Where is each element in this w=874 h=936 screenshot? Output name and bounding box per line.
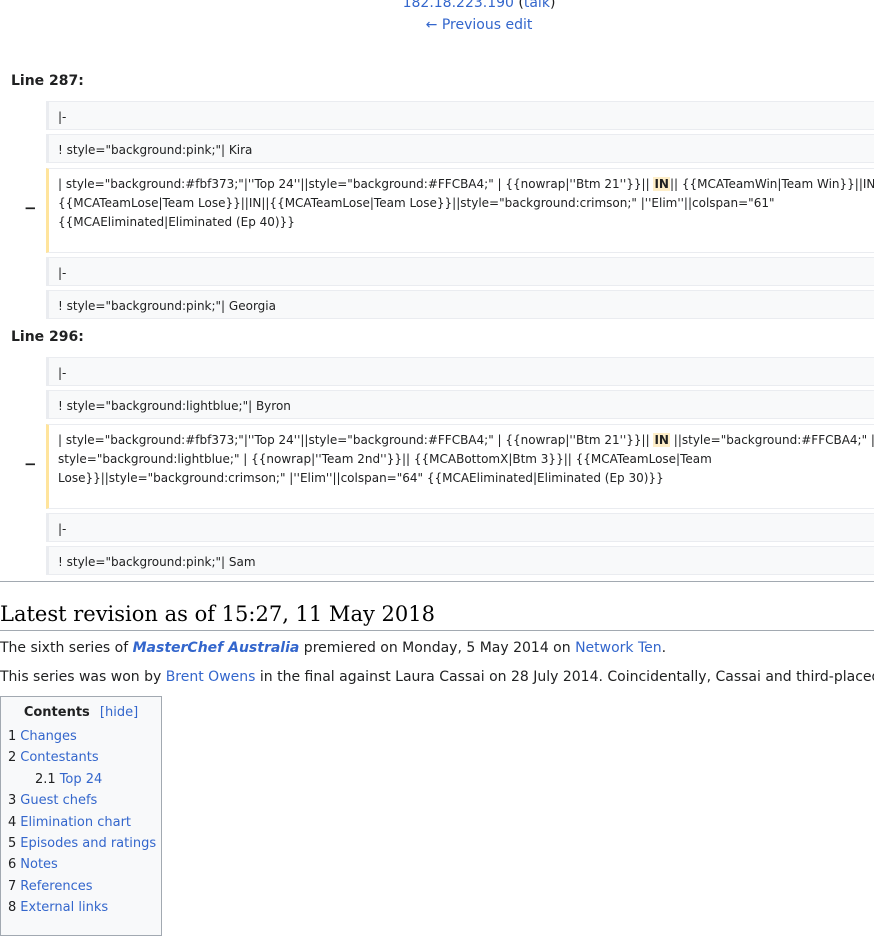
toc-item-guest-chefs[interactable]: 3 Guest chefs xyxy=(8,790,154,811)
toc-item-top-24[interactable]: 2.1 Top 24 xyxy=(8,769,154,790)
brent-owens-link[interactable]: Brent Owens xyxy=(166,669,256,685)
toc-item-notes[interactable]: 6 Notes xyxy=(8,854,154,875)
editor-info: 182.18.223.190 (talk) xyxy=(0,0,874,11)
diff-context-line: |- xyxy=(46,101,874,130)
diff-text-row: | style="background:#fbf373;"|''Top 24''… xyxy=(58,433,874,447)
diff-minus-marker: − xyxy=(24,199,37,217)
diff-text-row: Lose}}||style="background:crimson;" |''E… xyxy=(58,471,664,485)
diff-line-number: Line 296: xyxy=(11,329,84,345)
revision-heading: Latest revision as of 15:27, 11 May 2018 xyxy=(0,602,435,626)
table-of-contents: Contents [hide] 1 Changes 2 Contestants 2.… xyxy=(0,696,162,936)
changed-word: IN xyxy=(653,433,670,447)
masterchef-link[interactable]: MasterChef Australia xyxy=(133,640,300,656)
toc-item-references[interactable]: 7 References xyxy=(8,876,154,897)
divider xyxy=(0,581,874,582)
diff-context-line: |- xyxy=(46,257,874,286)
changed-word: IN xyxy=(653,177,670,191)
diff-context-line: |- xyxy=(46,513,874,542)
previous-edit-link[interactable]: ← Previous edit xyxy=(426,17,533,33)
diff-text-row: style="background:lightblue;" | {{nowrap… xyxy=(58,452,712,466)
diff-text-row: {{MCATeamLose|Team Lose}}||IN||{{MCATeam… xyxy=(58,196,775,210)
diff-deleted-line: | style="background:#fbf373;"|''Top 24''… xyxy=(46,168,874,253)
diff-line-number: Line 287: xyxy=(11,73,84,89)
talk-link[interactable]: talk xyxy=(524,0,550,11)
diff-text-row: | style="background:#fbf373;"|''Top 24''… xyxy=(58,177,874,191)
diff-text-row: {{MCAEliminated|Eliminated (Ep 40)}} xyxy=(58,215,295,229)
diff-context-line: |- xyxy=(46,357,874,386)
diff-context-line: ! style="background:lightblue;"| Byron xyxy=(46,390,874,419)
toc-item-episodes-ratings[interactable]: 5 Episodes and ratings xyxy=(8,833,156,854)
heading-underline xyxy=(0,630,874,631)
article-paragraph: The sixth series of MasterChef Australia… xyxy=(0,640,667,656)
article-paragraph: This series was won by Brent Owens in th… xyxy=(0,669,874,685)
diff-context-line: ! style="background:pink;"| Georgia xyxy=(46,290,874,319)
diff-deleted-line: | style="background:#fbf373;"|''Top 24''… xyxy=(46,424,874,509)
toc-item-changes[interactable]: 1 Changes xyxy=(8,726,154,747)
toc-item-contestants[interactable]: 2 Contestants xyxy=(8,747,154,768)
diff-context-line: ! style="background:pink;"| Sam xyxy=(46,546,874,575)
toc-title: Contents xyxy=(23,705,90,720)
toc-item-external-links[interactable]: 8 External links xyxy=(8,897,154,918)
ip-user-link[interactable]: 182.18.223.190 xyxy=(403,0,514,11)
diff-minus-marker: − xyxy=(24,455,37,473)
diff-context-line: ! style="background:pink;"| Kira xyxy=(46,134,874,163)
network-ten-link[interactable]: Network Ten xyxy=(575,640,662,656)
toc-hide-toggle[interactable]: [hide] xyxy=(100,705,138,720)
toc-item-elimination-chart[interactable]: 4 Elimination chart xyxy=(8,812,154,833)
